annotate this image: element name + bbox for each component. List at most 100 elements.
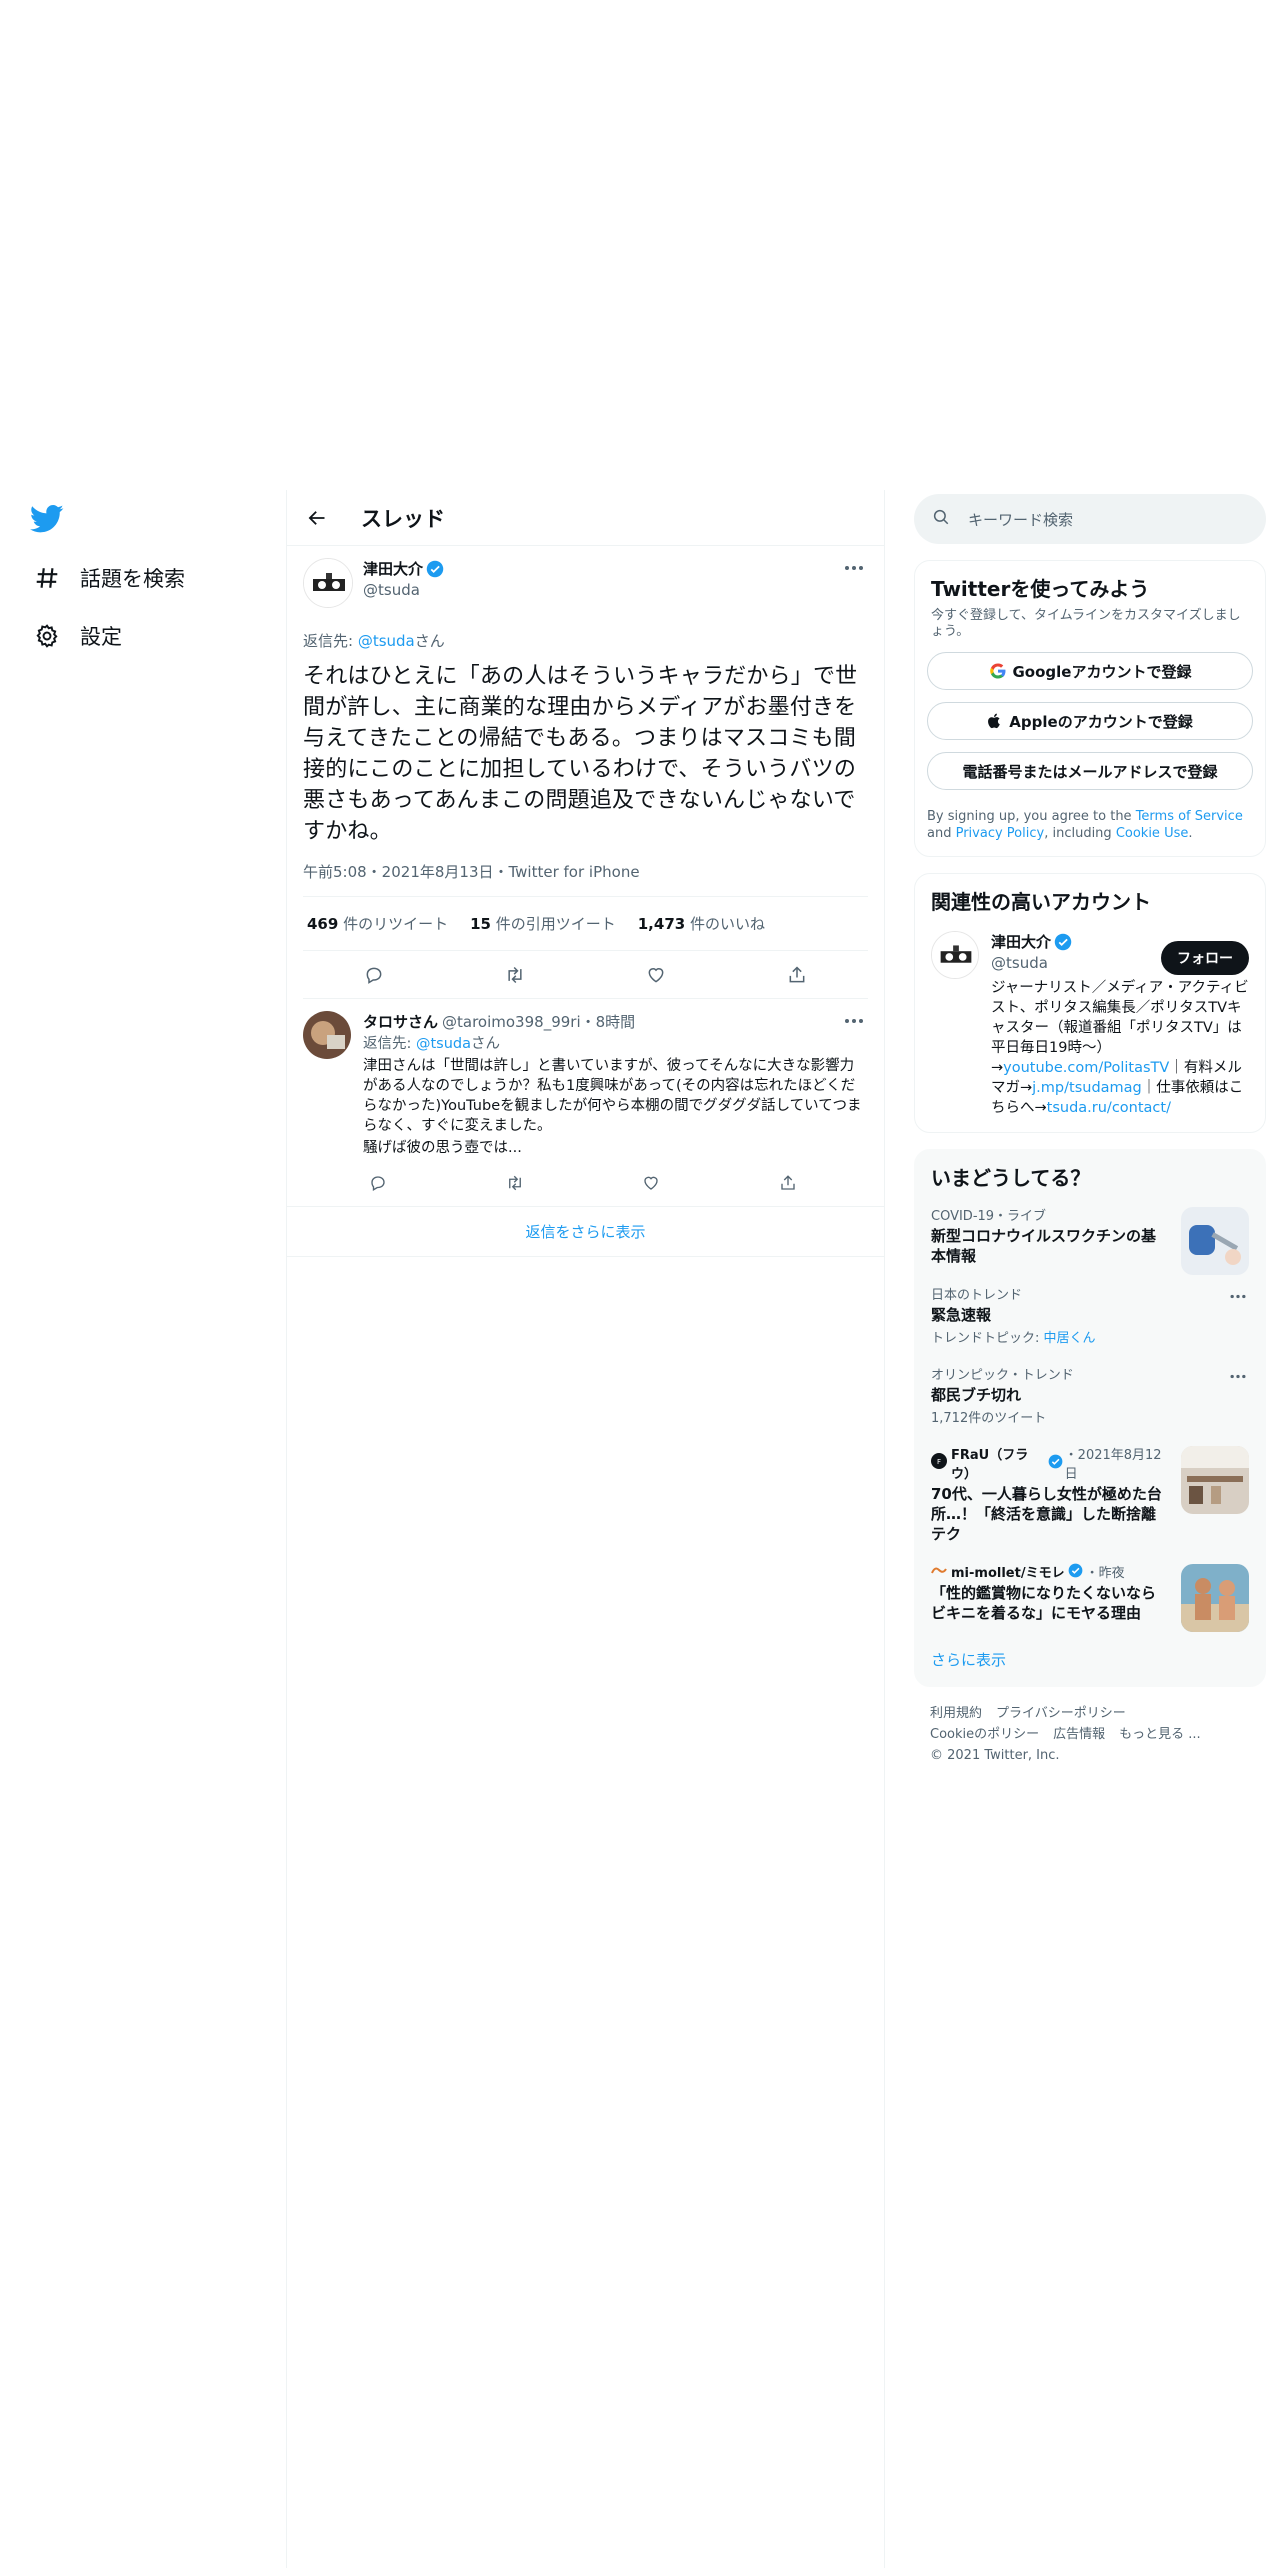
nav-settings[interactable]: 設定 bbox=[32, 616, 122, 656]
tweet-actions bbox=[303, 951, 868, 999]
reply-to: 返信先: @tsudaさん bbox=[303, 630, 868, 651]
author-name[interactable]: 津田大介 bbox=[363, 558, 423, 579]
thread-header: スレッド bbox=[287, 490, 884, 546]
nav-settings-label: 設定 bbox=[80, 625, 122, 649]
share-icon[interactable] bbox=[779, 957, 815, 993]
reply-to-prefix: 返信先: bbox=[363, 1036, 416, 1052]
like-icon[interactable] bbox=[636, 1168, 666, 1198]
trend-time: ・2021年8月12日 bbox=[1064, 1448, 1162, 1482]
trend-sub-prefix: トレンドトピック: bbox=[931, 1331, 1044, 1346]
verified-badge-icon bbox=[1048, 1454, 1064, 1472]
share-icon[interactable] bbox=[773, 1168, 803, 1198]
search-input[interactable]: キーワード検索 bbox=[914, 494, 1266, 544]
footer-cookie-link[interactable]: Cookieのポリシー bbox=[930, 1727, 1039, 1742]
more-options-icon[interactable] bbox=[1227, 1286, 1249, 1306]
footer-privacy-link[interactable]: プライバシーポリシー bbox=[996, 1706, 1126, 1721]
show-more-replies-link[interactable]: 返信をさらに表示 bbox=[287, 1207, 884, 1257]
related-title: 関連性の高いアカウント bbox=[931, 890, 1151, 914]
reply-header: タロサさん @taroimo398_99ri・8時間 bbox=[363, 1011, 868, 1032]
hashtag-icon bbox=[32, 563, 62, 593]
tweet-text: それはひとえに「あの人はそういうキャラだから」で世間が許し、主に商業的な理由から… bbox=[303, 664, 858, 844]
trend-topic-link[interactable]: 中居くん bbox=[1044, 1331, 1096, 1346]
reply-text: 津田さんは「世間は許し」と書いていますが、彼ってそんなに大きな影響力がある人なの… bbox=[363, 1058, 862, 1134]
related-name[interactable]: 津田大介 bbox=[991, 931, 1051, 952]
reply-tweet[interactable]: タロサさん @taroimo398_99ri・8時間 返信先: @tsudaさん… bbox=[287, 999, 884, 1207]
reply-author-name[interactable]: タロサさん bbox=[363, 1011, 438, 1032]
privacy-policy-link[interactable]: Privacy Policy bbox=[956, 826, 1045, 841]
retweet-icon[interactable] bbox=[497, 957, 533, 993]
verified-badge-icon bbox=[426, 560, 444, 578]
trend-source: mi-mollet/ミモレ bbox=[951, 1566, 1065, 1581]
reply-to-handle[interactable]: @tsuda bbox=[416, 1036, 471, 1052]
related-accounts-card: 関連性の高いアカウント 津田大介 @tsuda ジャーナリスト／メディア・アクテ… bbox=[914, 873, 1266, 1133]
reply-icon[interactable] bbox=[363, 1168, 393, 1198]
trend-thumbnail bbox=[1181, 1207, 1249, 1275]
trend-item[interactable]: 日本のトレンド 緊急速報 トレンドトピック: 中居くん bbox=[915, 1276, 1265, 1356]
trend-category: 日本のトレンド bbox=[931, 1288, 1023, 1303]
avatar[interactable] bbox=[303, 558, 353, 608]
like-icon[interactable] bbox=[638, 957, 674, 993]
trend-item[interactable]: mi-mollet/ミモレ ・昨夜 「性的鑑賞物になりたくないならビキニを着るな… bbox=[915, 1554, 1265, 1633]
footer-terms-link[interactable]: 利用規約 bbox=[930, 1706, 982, 1721]
trend-title: 緊急速報 bbox=[931, 1306, 992, 1324]
search-icon bbox=[932, 508, 950, 530]
bio-link-contact[interactable]: tsuda.ru/contact/ bbox=[1047, 1100, 1171, 1116]
reply-handle-time[interactable]: @taroimo398_99ri・8時間 bbox=[442, 1011, 635, 1032]
twitter-logo-icon[interactable] bbox=[29, 504, 70, 540]
retweet-icon[interactable] bbox=[500, 1168, 530, 1198]
tweet-stats: 469 件のリツイート 15 件の引用ツイート 1,473 件のいいね bbox=[303, 897, 868, 951]
more-options-icon[interactable] bbox=[1227, 1366, 1249, 1386]
google-signup-button[interactable]: Googleアカウントで登録 bbox=[927, 652, 1253, 690]
main-tweet: 津田大介 @tsuda 返信先: @tsudaさん それはひとえに「あの人はそう… bbox=[287, 546, 884, 999]
verified-badge-icon bbox=[1068, 1563, 1086, 1581]
retweet-count[interactable]: 469 件のリツイート bbox=[307, 913, 448, 934]
like-count-number: 1,473 bbox=[637, 915, 686, 933]
more-options-icon[interactable] bbox=[840, 1011, 868, 1031]
cookie-use-link[interactable]: Cookie Use bbox=[1116, 826, 1189, 841]
author-handle[interactable]: @tsuda bbox=[363, 581, 444, 599]
related-bio: ジャーナリスト／メディア・アクティビスト、ポリタス編集長／ポリタスTVキャスター… bbox=[991, 978, 1249, 1118]
reply-actions bbox=[363, 1168, 803, 1198]
signup-subtitle: 今すぐ登録して、タイムラインをカスタマイズしましょう。 bbox=[931, 608, 1241, 639]
trend-time: ・昨夜 bbox=[1085, 1566, 1125, 1581]
trend-tweet-count: 1,712件のツイート bbox=[931, 1411, 1047, 1426]
right-sidebar: キーワード検索 Twitterを使ってみよう 今すぐ登録して、タイムラインをカス… bbox=[914, 490, 1266, 1782]
bio-link-youtube[interactable]: youtube.com/PolitasTV bbox=[1003, 1060, 1169, 1076]
nav-explore-label: 話題を検索 bbox=[80, 567, 185, 591]
related-account[interactable]: 津田大介 @tsuda ジャーナリスト／メディア・アクティビスト、ポリタス編集長… bbox=[915, 921, 1265, 1132]
apple-signup-label: Appleのアカウントで登録 bbox=[1009, 712, 1193, 731]
verified-badge-icon bbox=[1054, 933, 1072, 951]
follow-button[interactable]: フォロー bbox=[1161, 941, 1249, 975]
show-more-trends-link[interactable]: さらに表示 bbox=[915, 1633, 1265, 1686]
footer-copyright: © 2021 Twitter, Inc. bbox=[930, 1748, 1060, 1763]
google-signup-label: Googleアカウントで登録 bbox=[1012, 662, 1192, 681]
like-count[interactable]: 1,473 件のいいね bbox=[638, 913, 765, 934]
reply-to: 返信先: @tsudaさん bbox=[363, 1034, 868, 1054]
footer-ads-link[interactable]: 広告情報 bbox=[1053, 1727, 1105, 1742]
bio-link-magazine[interactable]: j.mp/tsudamag bbox=[1032, 1080, 1142, 1096]
reply-to-suffix: さん bbox=[414, 632, 445, 650]
avatar[interactable] bbox=[931, 931, 979, 979]
phone-email-signup-button[interactable]: 電話番号またはメールアドレスで登録 bbox=[927, 752, 1253, 790]
nav-explore[interactable]: 話題を検索 bbox=[32, 558, 185, 598]
back-arrow-icon[interactable] bbox=[297, 498, 337, 538]
trend-item[interactable]: COVID-19・ライブ 新型コロナウイルスワクチンの基本情報 bbox=[915, 1197, 1265, 1276]
tweet-author: 津田大介 @tsuda bbox=[303, 546, 868, 608]
frau-logo-icon: F bbox=[931, 1453, 947, 1473]
trend-item[interactable]: オリンピック・トレンド 都民ブチ切れ 1,712件のツイート bbox=[915, 1356, 1265, 1436]
quote-count[interactable]: 15 件の引用ツイート bbox=[470, 913, 616, 934]
avatar[interactable] bbox=[303, 1011, 351, 1059]
signup-legal-text: By signing up, you agree to the Terms of… bbox=[915, 790, 1265, 856]
reply-to-handle[interactable]: @tsuda bbox=[358, 632, 415, 650]
quote-count-number: 15 bbox=[470, 915, 491, 933]
trend-item[interactable]: F FRaU（フラウ） ・2021年8月12日 70代、一人暮らし女性が極めた台… bbox=[915, 1436, 1265, 1554]
more-options-icon[interactable] bbox=[840, 558, 868, 578]
legal-text-2: and bbox=[927, 826, 956, 841]
reply-icon[interactable] bbox=[356, 957, 392, 993]
tweet-timestamp[interactable]: 午前5:08・2021年8月13日・Twitter for iPhone bbox=[303, 861, 868, 897]
terms-of-service-link[interactable]: Terms of Service bbox=[1136, 809, 1243, 824]
apple-signup-button[interactable]: Appleのアカウントで登録 bbox=[927, 702, 1253, 740]
footer-more-link[interactable]: もっと見る ... bbox=[1119, 1727, 1201, 1742]
apple-icon bbox=[987, 712, 1003, 730]
signup-card: Twitterを使ってみよう 今すぐ登録して、タイムラインをカスタマイズしましょ… bbox=[914, 560, 1266, 857]
